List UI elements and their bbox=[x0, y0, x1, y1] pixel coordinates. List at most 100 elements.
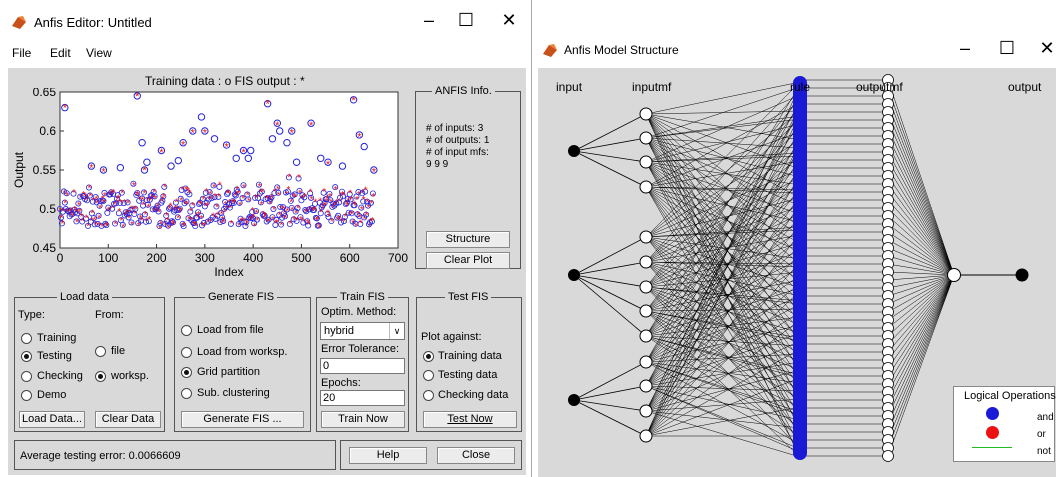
menu-view[interactable]: View bbox=[86, 46, 112, 60]
inputmf-node bbox=[639, 304, 653, 318]
label-output: output bbox=[1008, 80, 1042, 94]
fis-output-point: * bbox=[277, 191, 281, 202]
fis-output-point: * bbox=[293, 193, 297, 204]
fis-output-point: * bbox=[181, 139, 186, 151]
plot-against-label: Plot against: bbox=[421, 331, 482, 343]
fis-output-point: * bbox=[217, 192, 221, 203]
fis-output-point: * bbox=[303, 192, 307, 203]
chevron-down-icon: ∨ bbox=[389, 323, 404, 339]
x-tick-label: 0 bbox=[57, 251, 64, 265]
radio-load-from-file[interactable] bbox=[181, 325, 192, 336]
structure-button[interactable]: Structure bbox=[426, 231, 510, 248]
plot-title: Training data : o FIS output : * bbox=[145, 74, 305, 88]
fis-output-point: * bbox=[114, 219, 118, 230]
inputmf-node bbox=[639, 280, 653, 294]
help-button[interactable]: Help bbox=[349, 447, 427, 464]
fis-output-point: * bbox=[222, 218, 226, 229]
outputmf-node bbox=[882, 450, 894, 462]
x-tick-label: 600 bbox=[340, 251, 360, 265]
radio-plot-training[interactable] bbox=[423, 351, 434, 362]
minimize-button[interactable]: – bbox=[950, 38, 980, 59]
inputmf-node bbox=[639, 329, 653, 343]
inputmf-node bbox=[639, 255, 653, 269]
error-tolerance-input[interactable]: 0 bbox=[320, 358, 405, 374]
radio-training-label: Training bbox=[37, 332, 77, 344]
menu-file[interactable]: File bbox=[12, 46, 31, 60]
optim-method-label: Optim. Method: bbox=[321, 306, 397, 318]
clear-plot-button[interactable]: Clear Plot bbox=[426, 252, 510, 269]
outputmf-output-edge bbox=[887, 151, 955, 276]
or-marker bbox=[986, 426, 999, 439]
close-window-button[interactable]: ✕ bbox=[1032, 38, 1056, 59]
generate-fis-button[interactable]: Generate FIS ... bbox=[181, 411, 304, 428]
optim-method-select[interactable]: hybrid ∨ bbox=[320, 322, 405, 340]
close-button[interactable]: Close bbox=[437, 447, 515, 464]
legend-not: not bbox=[1037, 446, 1051, 457]
clear-data-button[interactable]: Clear Data bbox=[95, 411, 161, 428]
maximize-button[interactable]: ☐ bbox=[451, 10, 481, 31]
label-input: input bbox=[556, 80, 583, 94]
fis-output-point: * bbox=[188, 189, 192, 200]
radio-plot-testing[interactable] bbox=[423, 370, 434, 381]
outputmf-output-edge bbox=[887, 143, 955, 276]
outputmf-output-edge bbox=[887, 111, 955, 276]
train-fis-panel: Train FIS Optim. Method: hybrid ∨ Error … bbox=[316, 291, 409, 432]
radio-training[interactable] bbox=[21, 333, 32, 344]
input-mf-edge bbox=[573, 113, 647, 152]
epochs-input[interactable]: 20 bbox=[320, 390, 405, 406]
optim-method-value: hybrid bbox=[324, 325, 354, 337]
menu-edit[interactable]: Edit bbox=[50, 46, 71, 60]
radio-checking[interactable] bbox=[21, 371, 32, 382]
inputmf-node bbox=[639, 131, 653, 145]
radio-grid-partition[interactable] bbox=[181, 367, 192, 378]
editor-client-area: Training data : o FIS output : * 0 100 200… bbox=[8, 68, 526, 475]
radio-plot-checking[interactable] bbox=[423, 390, 434, 401]
load-data-button[interactable]: Load Data... bbox=[19, 411, 85, 428]
fis-output-point: * bbox=[159, 147, 164, 159]
test-fis-title: Test FIS bbox=[445, 291, 492, 303]
fis-output-point: * bbox=[290, 128, 295, 140]
outputmf-output-edge bbox=[887, 274, 955, 337]
fis-output-point: * bbox=[130, 220, 134, 231]
minimize-button[interactable]: – bbox=[414, 10, 444, 31]
fis-output-point: * bbox=[101, 167, 106, 179]
num-input-mfs-value: 9 9 9 bbox=[426, 159, 449, 170]
anfis-info-title: ANFIS Info. bbox=[432, 85, 495, 97]
maximize-button[interactable]: ☐ bbox=[992, 38, 1022, 59]
load-data-title: Load data bbox=[57, 291, 112, 303]
action-buttons-frame: Help Close bbox=[340, 440, 522, 470]
editor-menubar: File Edit View bbox=[0, 40, 528, 64]
fis-output-point: * bbox=[157, 208, 161, 219]
generate-fis-panel: Generate FIS Load from file Load from wo… bbox=[174, 291, 311, 432]
radio-testing[interactable] bbox=[21, 351, 32, 362]
radio-demo[interactable] bbox=[21, 390, 32, 401]
outputmf-output-edge bbox=[887, 274, 955, 417]
radio-load-from-workspace[interactable] bbox=[181, 347, 192, 358]
input-mf-edge bbox=[573, 361, 647, 401]
radio-file[interactable] bbox=[95, 346, 106, 357]
x-tick-label: 400 bbox=[243, 251, 263, 265]
outputmf-output-edge bbox=[887, 199, 955, 276]
mf-rule-edge bbox=[645, 118, 801, 263]
inputmf-node bbox=[639, 107, 653, 121]
mf-rule-edge bbox=[645, 385, 801, 450]
y-tick-label: 0.5 bbox=[39, 202, 56, 216]
y-tick-label: 0.55 bbox=[33, 163, 57, 177]
status-text: Average testing error: 0.0066609 bbox=[20, 450, 181, 462]
error-tolerance-label: Error Tolerance: bbox=[321, 343, 400, 355]
radio-workspace[interactable] bbox=[95, 371, 106, 382]
fis-output-point: * bbox=[182, 221, 186, 232]
num-input-mfs-label: # of input mfs: bbox=[426, 147, 489, 158]
editor-title: Anfis Editor: Untitled bbox=[34, 15, 152, 30]
close-window-button[interactable]: ✕ bbox=[494, 10, 524, 31]
outputmf-output-edge bbox=[887, 95, 955, 276]
input-mf-edge bbox=[573, 274, 647, 288]
mf-rule-edge bbox=[645, 86, 801, 139]
input-mf-edge bbox=[573, 385, 647, 401]
test-now-button[interactable]: Test Now bbox=[423, 411, 517, 428]
fis-output-point: * bbox=[286, 185, 290, 196]
radio-sub-clustering[interactable] bbox=[181, 388, 192, 399]
train-now-button[interactable]: Train Now bbox=[321, 411, 405, 428]
fis-output-point: * bbox=[371, 192, 375, 203]
fis-output-point: * bbox=[178, 206, 182, 217]
